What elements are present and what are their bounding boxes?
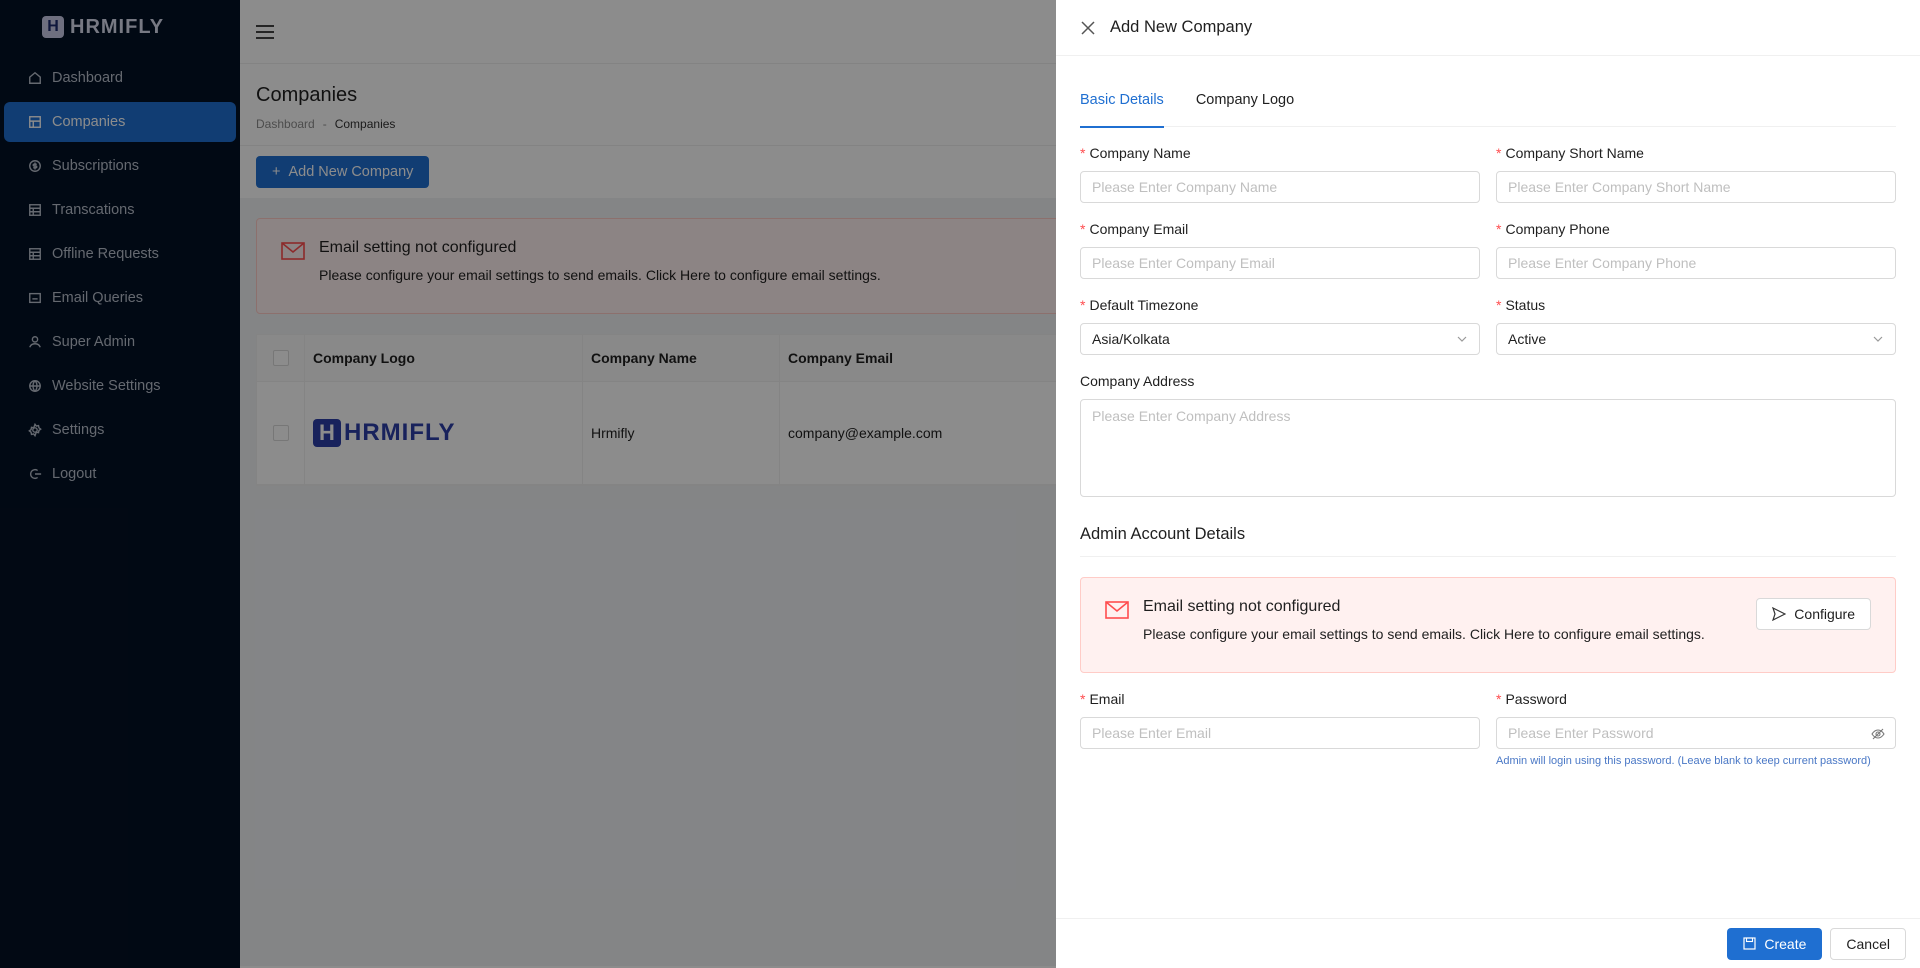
required-mark: * <box>1496 691 1502 707</box>
password-field: * Password Please Enter Password Admin wi… <box>1496 691 1896 767</box>
company-name-input[interactable]: Please Enter Company Name <box>1080 171 1480 203</box>
company-email-field: * Company Email Please Enter Company Emai… <box>1080 221 1480 279</box>
required-mark: * <box>1080 221 1086 237</box>
drawer-tabs: Basic Details Company Logo <box>1080 92 1896 128</box>
close-icon[interactable] <box>1080 20 1096 36</box>
field-label: * Password <box>1496 691 1896 707</box>
password-input[interactable]: Please Enter Password <box>1496 717 1896 749</box>
cancel-button[interactable]: Cancel <box>1830 927 1906 960</box>
chevron-down-icon <box>1457 336 1467 342</box>
configure-label: Configure <box>1794 606 1855 622</box>
create-button[interactable]: Create <box>1727 927 1823 960</box>
company-email-input[interactable]: Please Enter Company Email <box>1080 247 1480 279</box>
label-text: Default Timezone <box>1089 297 1199 313</box>
field-label: * Company Name <box>1080 145 1480 161</box>
chevron-down-icon <box>1873 336 1883 342</box>
tab-company-logo[interactable]: Company Logo <box>1196 92 1294 127</box>
form-row: * Email Please Enter Email * Password Plea… <box>1080 691 1896 767</box>
company-address-textarea[interactable]: Please Enter Company Address <box>1080 399 1896 497</box>
required-mark: * <box>1496 145 1502 161</box>
company-phone-input[interactable]: Please Enter Company Phone <box>1496 247 1896 279</box>
label-text: Company Name <box>1089 145 1191 161</box>
company-name-field: * Company Name Please Enter Company Name <box>1080 145 1480 203</box>
required-mark: * <box>1496 297 1502 313</box>
company-short-name-input[interactable]: Please Enter Company Short Name <box>1496 171 1896 203</box>
timezone-select[interactable]: Asia/Kolkata <box>1080 323 1480 355</box>
email-input[interactable]: Please Enter Email <box>1080 717 1480 749</box>
add-company-drawer: Add New Company Basic Details Company Lo… <box>1056 0 1920 968</box>
label-text: Email <box>1089 691 1125 707</box>
field-label: * Default Timezone <box>1080 297 1480 313</box>
drawer-mask[interactable] <box>0 0 1056 968</box>
company-phone-field: * Company Phone Please Enter Company Phon… <box>1496 221 1896 279</box>
company-address-field: Company Address Please Enter Company Add… <box>1080 373 1896 497</box>
admin-section-title: Admin Account Details <box>1080 525 1896 557</box>
password-hint: Admin will login using this password. (L… <box>1496 755 1871 767</box>
eye-invisible-icon[interactable] <box>1871 727 1885 741</box>
field-label: * Company Phone <box>1496 221 1896 237</box>
label-text: Company Short Name <box>1505 145 1644 161</box>
status-select[interactable]: Active <box>1496 323 1896 355</box>
status-value: Active <box>1508 331 1547 347</box>
drawer-footer: Create Cancel <box>1056 918 1920 968</box>
mail-warning-icon <box>1105 601 1129 619</box>
drawer-body: Basic Details Company Logo * Company Name… <box>1056 92 1920 767</box>
label-text: Password <box>1505 691 1567 707</box>
form-row: * Company Name Please Enter Company Name … <box>1080 145 1896 203</box>
required-mark: * <box>1080 691 1086 707</box>
configure-button[interactable]: Configure <box>1756 598 1871 630</box>
tab-basic-details[interactable]: Basic Details <box>1080 92 1164 128</box>
required-mark: * <box>1496 221 1502 237</box>
field-label: * Company Short Name <box>1496 145 1896 161</box>
required-mark: * <box>1080 297 1086 313</box>
send-icon <box>1772 607 1787 621</box>
field-label: Company Address <box>1080 373 1195 389</box>
status-field: * Status Active <box>1496 297 1896 355</box>
label-text: Company Email <box>1089 221 1189 237</box>
drawer-title: Add New Company <box>1110 18 1253 36</box>
field-label: * Email <box>1080 691 1480 707</box>
company-short-name-field: * Company Short Name Please Enter Company… <box>1496 145 1896 203</box>
create-label: Create <box>1764 935 1807 952</box>
save-icon <box>1743 937 1756 950</box>
drawer-email-alert: Email setting not configured Please conf… <box>1080 577 1896 673</box>
email-field: * Email Please Enter Email <box>1080 691 1480 767</box>
label-text: Status <box>1505 297 1546 313</box>
field-label: * Company Email <box>1080 221 1480 237</box>
timezone-field: * Default Timezone Asia/Kolkata <box>1080 297 1480 355</box>
label-text: Company Phone <box>1505 221 1610 237</box>
form-row: * Company Email Please Enter Company Emai… <box>1080 221 1896 279</box>
field-label: * Status <box>1496 297 1896 313</box>
password-placeholder: Please Enter Password <box>1508 725 1654 741</box>
form-row: * Default Timezone Asia/Kolkata * Status A… <box>1080 297 1896 355</box>
timezone-value: Asia/Kolkata <box>1092 331 1170 347</box>
required-mark: * <box>1080 145 1086 161</box>
drawer-header: Add New Company <box>1056 0 1920 56</box>
